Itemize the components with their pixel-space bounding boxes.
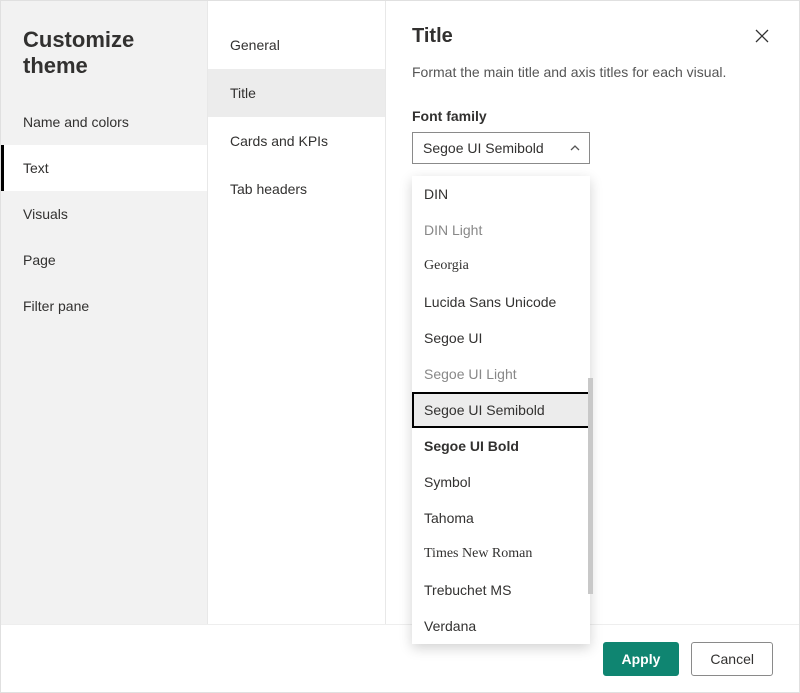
font-option-symbol[interactable]: Symbol <box>412 464 590 500</box>
panel-title: Title <box>412 25 453 48</box>
font-option-times-new-roman[interactable]: Times New Roman <box>412 536 590 572</box>
font-option-segoe-ui-light[interactable]: Segoe UI Light <box>412 356 590 392</box>
sidebar-item-page[interactable]: Page <box>1 237 207 283</box>
sidebar-item-filter-pane[interactable]: Filter pane <box>1 283 207 329</box>
font-family-label: Font family <box>412 108 773 124</box>
font-family-options-list[interactable]: DINDIN LightGeorgiaLucida Sans UnicodeSe… <box>412 176 590 644</box>
font-family-selected-value: Segoe UI Semibold <box>423 140 544 156</box>
dropdown-scrollbar[interactable] <box>588 378 593 594</box>
panel-description: Format the main title and axis titles fo… <box>412 64 773 80</box>
close-button[interactable] <box>751 25 773 47</box>
sidebar-item-name-and-colors[interactable]: Name and colors <box>1 99 207 145</box>
font-family-dropdown[interactable]: Segoe UI Semibold <box>412 132 590 164</box>
subnav-item-title[interactable]: Title <box>208 69 385 117</box>
detail-panel: Title Format the main title and axis tit… <box>386 1 799 624</box>
dialog-footer: Apply Cancel <box>1 624 799 692</box>
font-option-segoe-ui-semibold[interactable]: Segoe UI Semibold <box>412 392 590 428</box>
font-option-din-light[interactable]: DIN Light <box>412 212 590 248</box>
close-icon <box>755 30 769 46</box>
font-option-georgia[interactable]: Georgia <box>412 248 590 284</box>
dialog-title: Customize theme <box>1 1 207 99</box>
font-option-segoe-ui[interactable]: Segoe UI <box>412 320 590 356</box>
cancel-button[interactable]: Cancel <box>691 642 773 676</box>
sidebar-item-text[interactable]: Text <box>1 145 207 191</box>
chevron-up-icon <box>569 142 581 154</box>
sidebar-item-visuals[interactable]: Visuals <box>1 191 207 237</box>
subnav-item-general[interactable]: General <box>208 21 385 69</box>
font-option-tahoma[interactable]: Tahoma <box>412 500 590 536</box>
subnav-item-cards-and-kpis[interactable]: Cards and KPIs <box>208 117 385 165</box>
subnav-item-tab-headers[interactable]: Tab headers <box>208 165 385 213</box>
sub-sidebar: GeneralTitleCards and KPIsTab headers <box>208 1 386 624</box>
font-option-verdana[interactable]: Verdana <box>412 608 590 644</box>
font-option-din[interactable]: DIN <box>412 176 590 212</box>
font-option-lucida-sans-unicode[interactable]: Lucida Sans Unicode <box>412 284 590 320</box>
font-option-segoe-ui-bold[interactable]: Segoe UI Bold <box>412 428 590 464</box>
apply-button[interactable]: Apply <box>603 642 680 676</box>
font-option-trebuchet-ms[interactable]: Trebuchet MS <box>412 572 590 608</box>
left-sidebar: Customize theme Name and colorsTextVisua… <box>1 1 208 624</box>
